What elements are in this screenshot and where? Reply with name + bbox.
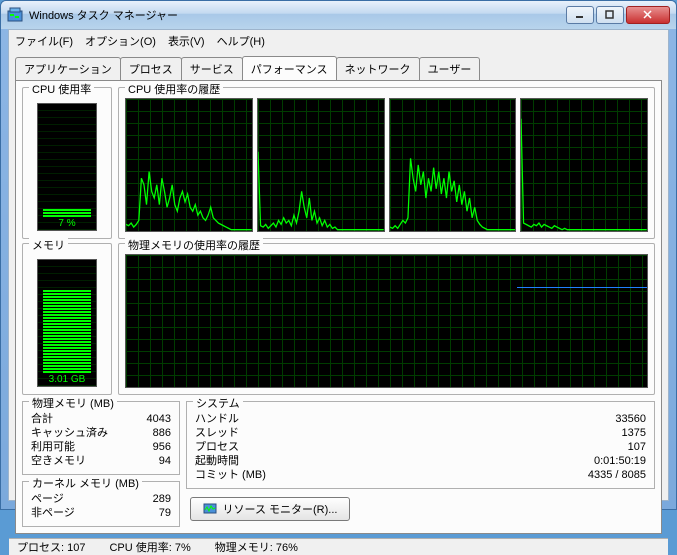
tab-networking[interactable]: ネットワーク xyxy=(336,57,420,81)
sys-handles-label: ハンドル xyxy=(195,412,239,426)
phys-cached-value: 886 xyxy=(153,426,171,440)
close-button[interactable] xyxy=(626,6,670,24)
phys-total-label: 合計 xyxy=(31,412,53,426)
menu-help[interactable]: ヘルプ(H) xyxy=(217,33,265,49)
window-controls xyxy=(564,6,670,24)
phys-avail-label: 利用可能 xyxy=(31,440,75,454)
system-title: システム xyxy=(193,395,243,411)
kernel-nonpaged-label: 非ページ xyxy=(31,506,75,520)
tab-performance[interactable]: パフォーマンス xyxy=(242,56,337,80)
sys-procs-value: 107 xyxy=(628,440,646,454)
phys-cached-label: キャッシュ済み xyxy=(31,426,108,440)
tab-users[interactable]: ユーザー xyxy=(419,57,481,81)
system-panel: システム ハンドル33560 スレッド1375 プロセス107 起動時間0:01… xyxy=(186,401,655,489)
memory-graph xyxy=(125,254,648,388)
cpu-graph-0 xyxy=(125,98,253,232)
sys-threads-value: 1375 xyxy=(622,426,646,440)
tab-services[interactable]: サービス xyxy=(181,57,243,81)
status-cpu: CPU 使用率: 7% xyxy=(109,539,190,555)
performance-panel: CPU 使用率 7 % CPU 使用率の履歴 メモ xyxy=(15,80,662,534)
cpu-usage-meter: 7 % xyxy=(37,103,97,231)
kernel-nonpaged-value: 79 xyxy=(159,506,171,520)
task-manager-window: Windows タスク マネージャー ファイル(F) オプション(O) 表示(V… xyxy=(0,0,677,510)
sys-commit-label: コミット (MB) xyxy=(195,468,266,482)
cpu-usage-box: CPU 使用率 7 % xyxy=(22,87,112,239)
cpu-history-box: CPU 使用率の履歴 xyxy=(118,87,655,239)
sys-commit-value: 4335 / 8085 xyxy=(588,468,646,482)
resource-monitor-button[interactable]: リソース モニター(R)... xyxy=(190,497,350,521)
kernel-memory-panel: カーネル メモリ (MB) ページ289 非ページ79 xyxy=(22,481,180,527)
cpu-usage-value: 7 % xyxy=(58,217,75,230)
sys-uptime-label: 起動時間 xyxy=(195,454,239,468)
kernel-paged-value: 289 xyxy=(153,492,171,506)
status-processes: プロセス: 107 xyxy=(17,539,85,555)
sys-threads-label: スレッド xyxy=(195,426,239,440)
tab-applications[interactable]: アプリケーション xyxy=(15,57,121,81)
maximize-button[interactable] xyxy=(596,6,624,24)
menu-view[interactable]: 表示(V) xyxy=(168,33,205,49)
physical-memory-title: 物理メモリ (MB) xyxy=(29,395,117,411)
titlebar[interactable]: Windows タスク マネージャー xyxy=(1,1,676,29)
tab-processes[interactable]: プロセス xyxy=(120,57,182,81)
sys-handles-value: 33560 xyxy=(615,412,646,426)
memory-title: メモリ xyxy=(29,237,68,253)
tab-strip: アプリケーション プロセス サービス パフォーマンス ネットワーク ユーザー xyxy=(15,56,662,80)
sys-uptime-value: 0:01:50:19 xyxy=(594,454,646,468)
cpu-history-title: CPU 使用率の履歴 xyxy=(125,81,223,97)
memory-meter: 3.01 GB xyxy=(37,259,97,387)
app-icon xyxy=(7,7,23,23)
cpu-graph-1 xyxy=(257,98,385,232)
phys-free-value: 94 xyxy=(159,454,171,468)
resource-monitor-label: リソース モニター(R)... xyxy=(223,501,338,517)
resource-monitor-icon xyxy=(203,502,217,516)
kernel-paged-label: ページ xyxy=(31,492,64,506)
status-memory: 物理メモリ: 76% xyxy=(215,539,298,555)
status-bar: プロセス: 107 CPU 使用率: 7% 物理メモリ: 76% xyxy=(9,538,668,555)
phys-free-label: 空きメモリ xyxy=(31,454,86,468)
phys-avail-value: 956 xyxy=(153,440,171,454)
sys-procs-label: プロセス xyxy=(195,440,239,454)
phys-total-value: 4043 xyxy=(147,412,171,426)
memory-history-title: 物理メモリの使用率の履歴 xyxy=(125,237,263,253)
physical-memory-panel: 物理メモリ (MB) 合計4043 キャッシュ済み886 利用可能956 空きメ… xyxy=(22,401,180,475)
cpu-usage-title: CPU 使用率 xyxy=(29,81,94,97)
memory-history-box: 物理メモリの使用率の履歴 xyxy=(118,243,655,395)
menu-options[interactable]: オプション(O) xyxy=(85,33,156,49)
memory-box: メモリ 3.01 GB xyxy=(22,243,112,395)
kernel-memory-title: カーネル メモリ (MB) xyxy=(29,475,142,491)
cpu-graph-3 xyxy=(520,98,648,232)
menu-file[interactable]: ファイル(F) xyxy=(15,33,73,49)
menubar: ファイル(F) オプション(O) 表示(V) ヘルプ(H) xyxy=(9,30,668,52)
memory-value: 3.01 GB xyxy=(49,373,86,386)
minimize-button[interactable] xyxy=(566,6,594,24)
window-title: Windows タスク マネージャー xyxy=(29,7,564,23)
client-area: ファイル(F) オプション(O) 表示(V) ヘルプ(H) アプリケーション プ… xyxy=(8,29,669,501)
cpu-graph-2 xyxy=(389,98,517,232)
